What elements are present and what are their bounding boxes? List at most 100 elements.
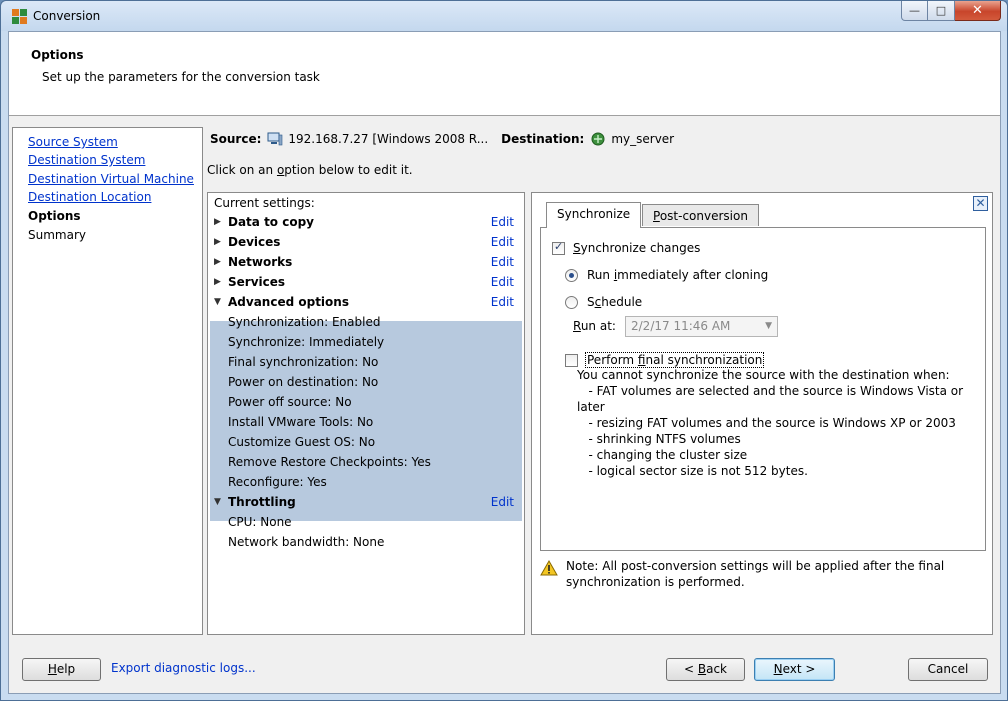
close-icon: ✕: [975, 196, 986, 210]
close-panel-button[interactable]: ✕: [973, 196, 988, 211]
group-label: Devices: [228, 235, 281, 249]
next-button[interactable]: Next >: [754, 658, 835, 681]
settings-row-services[interactable]: ▶ Services Edit: [210, 272, 522, 292]
run-at-label: Run at:: [573, 319, 616, 333]
settings-row-data-to-copy[interactable]: ▶ Data to copy Edit: [210, 212, 522, 232]
nav-destination-system[interactable]: Destination System: [28, 153, 145, 167]
run-immediately-label[interactable]: Run immediately after cloning: [587, 268, 768, 282]
options-editor-panel: ✕ Synchronize Post-conversion Synchroniz…: [531, 192, 993, 635]
close-button[interactable]: ✕: [955, 1, 1001, 21]
edit-link[interactable]: Edit: [491, 272, 514, 292]
settings-row-advanced-options[interactable]: ▼ Advanced options Edit: [210, 292, 522, 312]
button-label: elp: [56, 662, 76, 676]
window-title: Conversion: [33, 9, 101, 23]
destination-label: Destination:: [501, 132, 585, 146]
info-line: - FAT volumes are selected and the sourc…: [577, 384, 964, 398]
maximize-button[interactable]: □: [928, 1, 955, 21]
run-at-value: 2/2/17 11:46 AM: [631, 319, 731, 333]
expand-arrow-icon: ▶: [214, 257, 221, 267]
mnemonic: B: [697, 662, 707, 676]
collapse-arrow-icon: ▼: [214, 297, 221, 307]
export-diagnostic-logs-link[interactable]: Export diagnostic logs...: [111, 661, 256, 675]
button-label: ext >: [782, 662, 816, 676]
setting-detail: Final synchronization: No: [210, 352, 522, 372]
back-button[interactable]: < Back: [666, 658, 745, 681]
edit-link[interactable]: Edit: [491, 292, 514, 312]
setting-detail: Network bandwidth: None: [210, 532, 522, 552]
tab-label: Synchronize: [557, 207, 631, 221]
wizard-nav: Source System Destination System Destina…: [12, 127, 203, 635]
button-label: ack: [706, 662, 727, 676]
label-text: ynchronize changes: [580, 241, 701, 255]
expand-arrow-icon: ▶: [214, 277, 221, 287]
setting-detail-text: Reconfigure: Yes: [228, 475, 327, 489]
hint-text-post: ption below to edit it.: [284, 163, 413, 177]
minimize-button[interactable]: —: [901, 1, 928, 21]
info-line: - resizing FAT volumes and the source is…: [577, 416, 956, 430]
tab-synchronize[interactable]: Synchronize: [546, 202, 642, 228]
maximize-icon: □: [935, 4, 947, 17]
close-icon: ✕: [972, 3, 983, 18]
setting-detail-text: Network bandwidth: None: [228, 535, 385, 549]
client-area: Options Set up the parameters for the co…: [8, 31, 1001, 694]
cancel-button[interactable]: Cancel: [908, 658, 988, 681]
edit-link[interactable]: Edit: [491, 492, 514, 512]
setting-detail-text: Synchronize: Immediately: [228, 335, 385, 349]
current-settings-header: Current settings:: [214, 196, 315, 210]
title-bar[interactable]: Conversion — □ ✕: [1, 1, 1007, 31]
edit-hint: Click on an option below to edit it.: [207, 163, 413, 177]
edit-link[interactable]: Edit: [491, 212, 514, 232]
tab-post-conversion[interactable]: Post-conversion: [642, 204, 759, 226]
tab-mnemonic: P: [653, 209, 660, 223]
label-text: mmediately after cloning: [617, 268, 769, 282]
mnemonic: H: [47, 662, 57, 676]
minimize-icon: —: [909, 4, 920, 17]
warning-icon: [540, 560, 558, 576]
setting-detail: Reconfigure: Yes: [210, 472, 522, 492]
group-label: Advanced options: [228, 295, 349, 309]
current-settings-list: Current settings: ▶ Data to copy Edit ▶ …: [207, 192, 525, 635]
info-line: later: [577, 400, 605, 414]
mnemonic: S: [573, 241, 581, 255]
setting-detail-text: Power off source: No: [228, 395, 352, 409]
mnemonic: R: [573, 319, 581, 333]
schedule-radio[interactable]: [565, 296, 578, 309]
synchronize-tab-content: Synchronize changes Run immediately afte…: [540, 227, 986, 551]
group-label: Services: [228, 275, 286, 289]
synchronize-changes-label[interactable]: Synchronize changes: [573, 241, 700, 255]
final-sync-checkbox[interactable]: [565, 354, 578, 367]
tab-label: ost-conversion: [659, 209, 748, 223]
settings-row-networks[interactable]: ▶ Networks Edit: [210, 252, 522, 272]
conversion-window: Conversion — □ ✕ Options Set up the para…: [0, 0, 1008, 701]
window-controls: — □ ✕: [901, 1, 1001, 21]
edit-link[interactable]: Edit: [491, 232, 514, 252]
nav-destination-virtual-machine[interactable]: Destination Virtual Machine: [28, 172, 194, 186]
final-sync-label[interactable]: Perform final synchronization: [585, 352, 765, 368]
synchronize-changes-checkbox[interactable]: [552, 240, 565, 255]
run-immediately-radio[interactable]: [565, 269, 578, 282]
settings-row-throttling[interactable]: ▼ Throttling Edit: [210, 492, 522, 512]
page-header: Options Set up the parameters for the co…: [9, 32, 1000, 116]
run-at-datetime-picker[interactable]: 2/2/17 11:46 AM ▼: [625, 316, 778, 337]
info-line: You cannot synchronize the source with t…: [577, 368, 950, 382]
setting-detail-text: Final synchronization: No: [228, 355, 379, 369]
edit-link[interactable]: Edit: [491, 252, 514, 272]
schedule-label[interactable]: Schedule: [587, 295, 642, 309]
app-icon: [12, 9, 27, 24]
setting-detail-text: Power on destination: No: [228, 375, 379, 389]
button-label: <: [683, 662, 698, 676]
nav-summary: Summary: [28, 228, 86, 242]
settings-row-devices[interactable]: ▶ Devices Edit: [210, 232, 522, 252]
setting-detail-text: CPU: None: [228, 515, 292, 529]
label-text: Run: [587, 268, 614, 282]
help-button[interactable]: Help: [22, 658, 101, 681]
setting-detail-text: Install VMware Tools: No: [228, 415, 374, 429]
source-destination-summary: Source: 192.168.7.27 [Windows 2008 R... …: [210, 132, 674, 146]
nav-destination-location[interactable]: Destination Location: [28, 190, 151, 204]
source-label: Source:: [210, 132, 262, 146]
mnemonic: N: [773, 662, 783, 676]
label-text: inal synchronization: [645, 353, 763, 367]
setting-detail-text: Remove Restore Checkpoints: Yes: [228, 455, 431, 469]
hint-text-pre: Click on an: [207, 163, 277, 177]
nav-source-system[interactable]: Source System: [28, 135, 118, 149]
